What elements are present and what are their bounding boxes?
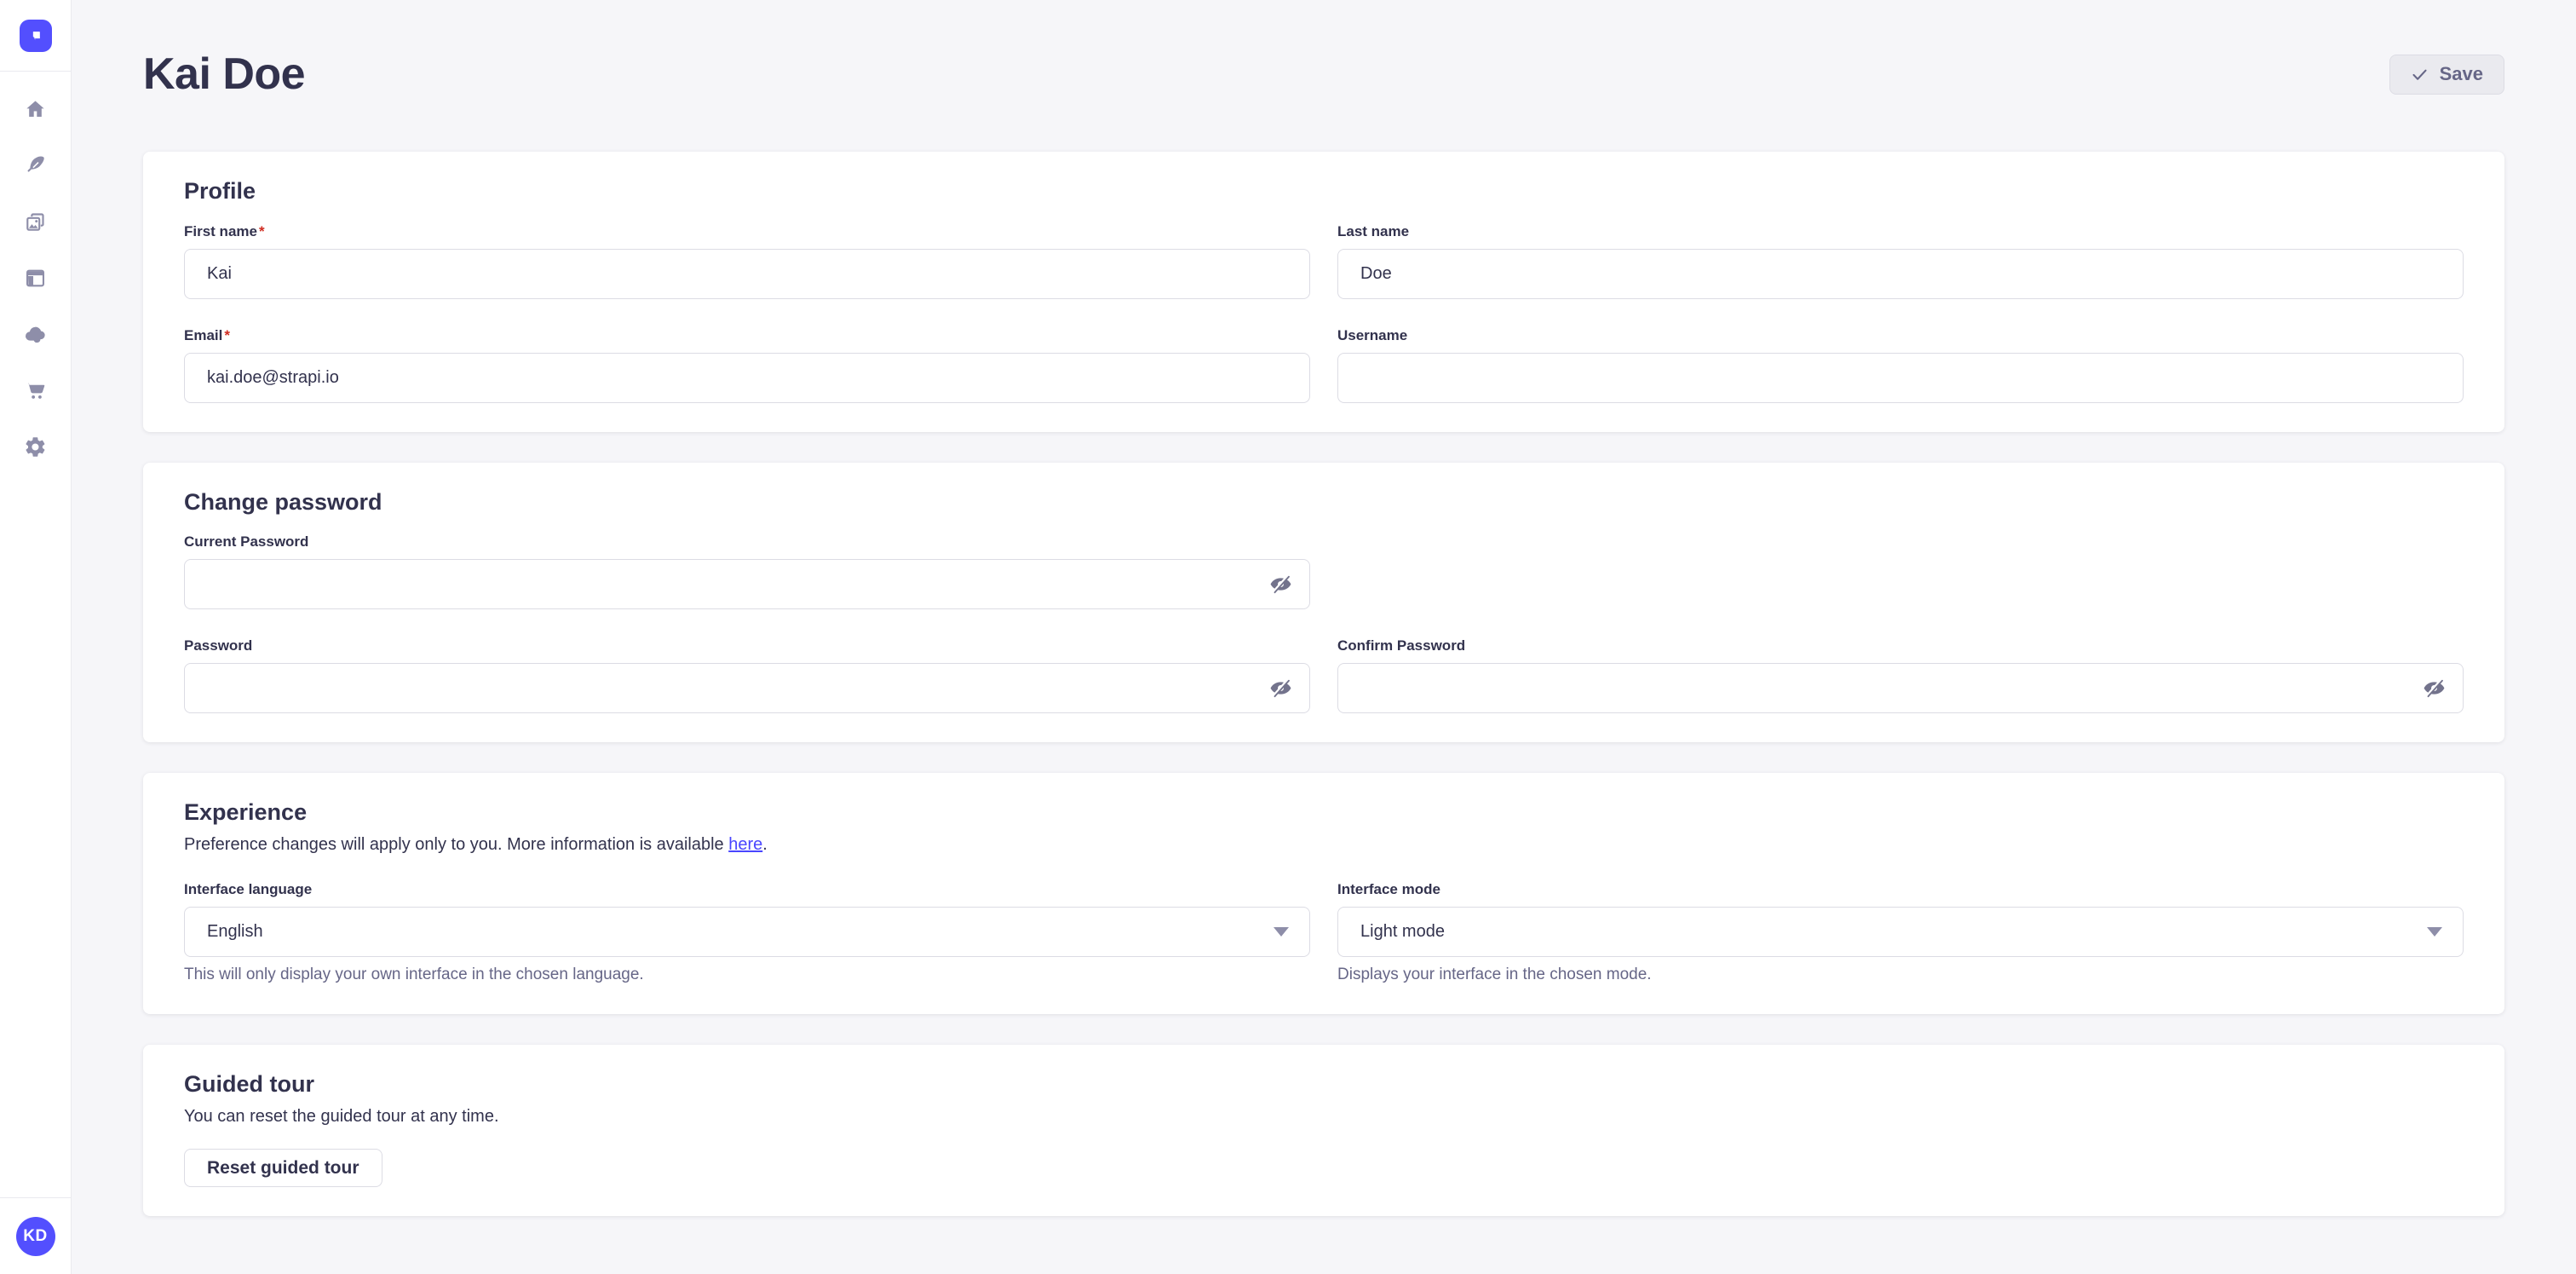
interface-mode-label: Interface mode [1337, 881, 1440, 897]
save-button[interactable]: Save [2389, 55, 2504, 95]
sidebar-item-marketplace[interactable] [0, 362, 72, 418]
strapi-logo-icon [27, 27, 44, 44]
profile-card: Profile First name* Last name Email* [143, 152, 2504, 431]
cloud-icon [24, 323, 47, 346]
required-asterisk: * [259, 223, 265, 239]
check-icon [2411, 66, 2429, 84]
chevron-down-icon [2427, 927, 2442, 937]
password-section-title: Change password [184, 488, 2464, 516]
experience-grid: Interface language English This will onl… [184, 880, 2464, 985]
avatar-initials: KD [23, 1227, 47, 1246]
interface-language-select[interactable]: English [184, 907, 1310, 957]
eye-slash-icon [2423, 677, 2446, 700]
first-name-input[interactable] [184, 249, 1310, 299]
sidebar-item-media-library[interactable] [0, 193, 72, 250]
interface-mode-select[interactable]: Light mode [1337, 907, 2464, 957]
sidebar-item-settings[interactable] [0, 418, 72, 475]
interface-mode-field: Interface mode Light mode Displays your … [1337, 880, 2464, 985]
confirm-password-input[interactable] [1337, 663, 2464, 713]
images-icon [24, 210, 47, 233]
strapi-logo[interactable] [20, 20, 52, 52]
experience-description: Preference changes will apply only to yo… [184, 834, 2464, 855]
username-field: Username [1337, 326, 2464, 403]
username-input[interactable] [1337, 353, 2464, 403]
experience-card: Experience Preference changes will apply… [143, 773, 2504, 1014]
shopping-cart-icon [24, 379, 47, 402]
toggle-password-visibility-button[interactable] [1266, 569, 1295, 598]
change-password-card: Change password Current Password [143, 463, 2504, 742]
toggle-password-visibility-button[interactable] [2419, 673, 2448, 702]
confirm-password-label: Confirm Password [1337, 637, 1465, 654]
feather-icon [24, 154, 47, 177]
sidebar-item-cloud[interactable] [0, 306, 72, 362]
page-header: Kai Doe Save [143, 49, 2504, 99]
email-input[interactable] [184, 353, 1310, 403]
more-information-link[interactable]: here [728, 835, 762, 854]
required-asterisk: * [224, 327, 230, 343]
eye-slash-icon [1269, 677, 1292, 700]
grid-spacer [1337, 533, 2464, 609]
chevron-down-icon [1274, 927, 1289, 937]
toggle-password-visibility-button[interactable] [1266, 673, 1295, 702]
new-password-input[interactable] [184, 663, 1310, 713]
page-title: Kai Doe [143, 49, 305, 99]
current-password-label: Current Password [184, 533, 308, 550]
username-label: Username [1337, 327, 1407, 343]
experience-section-title: Experience [184, 798, 2464, 826]
reset-guided-tour-button[interactable]: Reset guided tour [184, 1149, 382, 1187]
profile-grid: First name* Last name Email* Username [184, 222, 2464, 403]
sidebar: KD [0, 0, 72, 1274]
sidebar-item-content-manager[interactable] [0, 250, 72, 306]
profile-section-title: Profile [184, 177, 2464, 205]
email-label: Email [184, 327, 222, 343]
avatar[interactable]: KD [16, 1217, 55, 1256]
main-content: Kai Doe Save Profile First name* Last na… [72, 0, 2576, 1274]
email-field: Email* [184, 326, 1310, 403]
first-name-label: First name [184, 223, 257, 239]
guided-tour-description: You can reset the guided tour at any tim… [184, 1106, 2464, 1127]
save-button-label: Save [2440, 63, 2483, 85]
home-icon [24, 98, 47, 121]
gear-icon [24, 435, 47, 458]
sidebar-nav [0, 72, 71, 475]
interface-language-label: Interface language [184, 881, 312, 897]
interface-language-value: English [207, 922, 263, 942]
logo-section [0, 0, 71, 72]
new-password-field: Password [184, 637, 1310, 713]
new-password-label: Password [184, 637, 252, 654]
current-password-field: Current Password [184, 533, 1310, 609]
last-name-field: Last name [1337, 222, 2464, 299]
interface-language-hint: This will only display your own interfac… [184, 966, 1310, 985]
layout-icon [24, 267, 47, 290]
interface-mode-value: Light mode [1360, 922, 1445, 942]
password-grid: Current Password Password [184, 533, 2464, 713]
sidebar-item-content-type-builder[interactable] [0, 137, 72, 193]
current-password-input[interactable] [184, 559, 1310, 609]
guided-tour-card: Guided tour You can reset the guided tou… [143, 1045, 2504, 1216]
sidebar-footer: KD [0, 1197, 71, 1274]
confirm-password-field: Confirm Password [1337, 637, 2464, 713]
eye-slash-icon [1269, 573, 1292, 596]
first-name-field: First name* [184, 222, 1310, 299]
interface-language-field: Interface language English This will onl… [184, 880, 1310, 985]
sidebar-item-home[interactable] [0, 81, 72, 137]
interface-mode-hint: Displays your interface in the chosen mo… [1337, 966, 2464, 985]
last-name-input[interactable] [1337, 249, 2464, 299]
guided-tour-section-title: Guided tour [184, 1070, 2464, 1098]
last-name-label: Last name [1337, 223, 1409, 239]
